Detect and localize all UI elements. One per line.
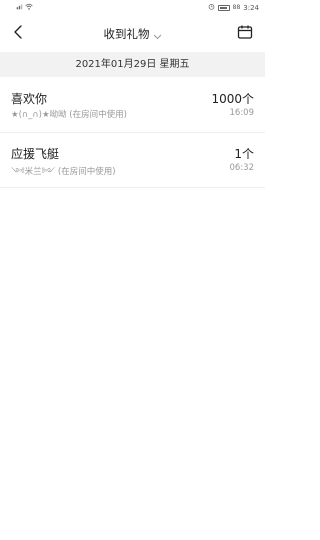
calendar-icon [237, 24, 253, 44]
date-label: 2021年01月29日 星期五 [75, 59, 190, 70]
battery-icon [217, 4, 230, 11]
sim-icon [16, 3, 23, 12]
wifi-icon [25, 3, 33, 12]
status-bar-left [16, 3, 33, 12]
gift-sender: ༺米兰༻ (在房间中使用) [11, 167, 116, 177]
status-time: 3:24 [243, 3, 259, 12]
row-divider [0, 187, 265, 188]
gift-quantity: 1000个 [211, 92, 254, 106]
chevron-down-icon [153, 25, 162, 44]
row-divider [0, 132, 265, 133]
gift-quantity: 1个 [234, 147, 254, 161]
page-title: 收到礼物 [103, 27, 150, 41]
date-bar: 2021年01月29日 星期五 [0, 52, 265, 77]
status-bar: 88 3:24 [0, 0, 265, 16]
gift-row[interactable]: 应援飞艇 ༺米兰༻ (在房间中使用) 1个 06:32 [0, 139, 265, 188]
title-dropdown[interactable]: 收到礼物 [0, 24, 265, 44]
gift-name: 喜欢你 [11, 92, 48, 106]
gift-list: 喜欢你 ★(∩_∩)★呦呦 (在房间中使用) 1000个 16:09 应援飞艇 … [0, 84, 265, 188]
gift-sender: ★(∩_∩)★呦呦 (在房间中使用) [11, 110, 127, 120]
gift-time: 06:32 [229, 163, 255, 173]
alarm-icon [208, 3, 215, 12]
gift-row[interactable]: 喜欢你 ★(∩_∩)★呦呦 (在房间中使用) 1000个 16:09 [0, 84, 265, 133]
calendar-button[interactable] [235, 24, 255, 44]
gift-name: 应援飞艇 [11, 147, 60, 161]
header: 收到礼物 [0, 16, 265, 50]
status-bar-right: 88 3:24 [208, 3, 259, 12]
battery-level: 88 [232, 4, 241, 11]
gift-time: 16:09 [229, 108, 255, 118]
